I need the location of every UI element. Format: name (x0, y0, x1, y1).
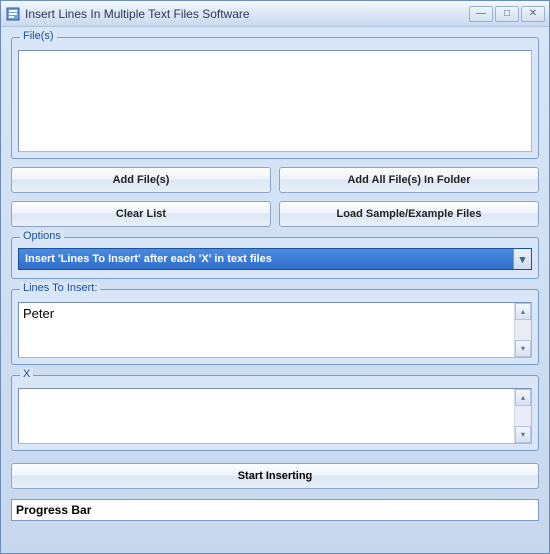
start-button[interactable]: Start Inserting (11, 463, 539, 489)
files-listbox[interactable] (18, 50, 532, 152)
add-folder-button[interactable]: Add All File(s) In Folder (279, 167, 539, 193)
options-label: Options (20, 230, 64, 242)
progress-label: Progress Bar (16, 503, 91, 517)
lines-label: Lines To Insert: (20, 282, 100, 294)
clear-list-button[interactable]: Clear List (11, 201, 271, 227)
titlebar: Insert Lines In Multiple Text Files Soft… (1, 1, 549, 27)
button-row-2: Clear List Load Sample/Example Files (11, 201, 539, 227)
minimize-button[interactable]: — (469, 6, 493, 22)
button-row-1: Add File(s) Add All File(s) In Folder (11, 167, 539, 193)
window-title: Insert Lines In Multiple Text Files Soft… (25, 7, 467, 21)
scroll-down-icon[interactable]: ▾ (515, 340, 531, 357)
x-textarea-wrap: ▴ ▾ (18, 388, 532, 444)
files-group: File(s) (11, 37, 539, 159)
add-files-button[interactable]: Add File(s) (11, 167, 271, 193)
lines-textarea-wrap: Peter ▴ ▾ (18, 302, 532, 358)
app-icon (5, 6, 21, 22)
client-area: File(s) Add File(s) Add All File(s) In F… (1, 27, 549, 553)
options-selected-text: Insert 'Lines To Insert' after each 'X' … (25, 253, 272, 265)
app-window: Insert Lines In Multiple Text Files Soft… (0, 0, 550, 554)
options-combobox[interactable]: Insert 'Lines To Insert' after each 'X' … (18, 248, 532, 270)
x-label: X (20, 368, 33, 380)
scroll-up-icon[interactable]: ▴ (515, 389, 531, 406)
progress-bar: Progress Bar (11, 499, 539, 521)
lines-textarea[interactable]: Peter (19, 303, 514, 357)
x-textarea[interactable] (19, 389, 514, 443)
load-sample-button[interactable]: Load Sample/Example Files (279, 201, 539, 227)
files-label: File(s) (20, 30, 57, 42)
lines-group: Lines To Insert: Peter ▴ ▾ (11, 289, 539, 365)
chevron-down-icon: ▾ (513, 249, 531, 269)
x-scrollbar[interactable]: ▴ ▾ (514, 389, 531, 443)
scroll-up-icon[interactable]: ▴ (515, 303, 531, 320)
maximize-button[interactable]: □ (495, 6, 519, 22)
x-group: X ▴ ▾ (11, 375, 539, 451)
options-group: Options Insert 'Lines To Insert' after e… (11, 237, 539, 279)
scroll-down-icon[interactable]: ▾ (515, 426, 531, 443)
close-button[interactable]: ✕ (521, 6, 545, 22)
lines-scrollbar[interactable]: ▴ ▾ (514, 303, 531, 357)
